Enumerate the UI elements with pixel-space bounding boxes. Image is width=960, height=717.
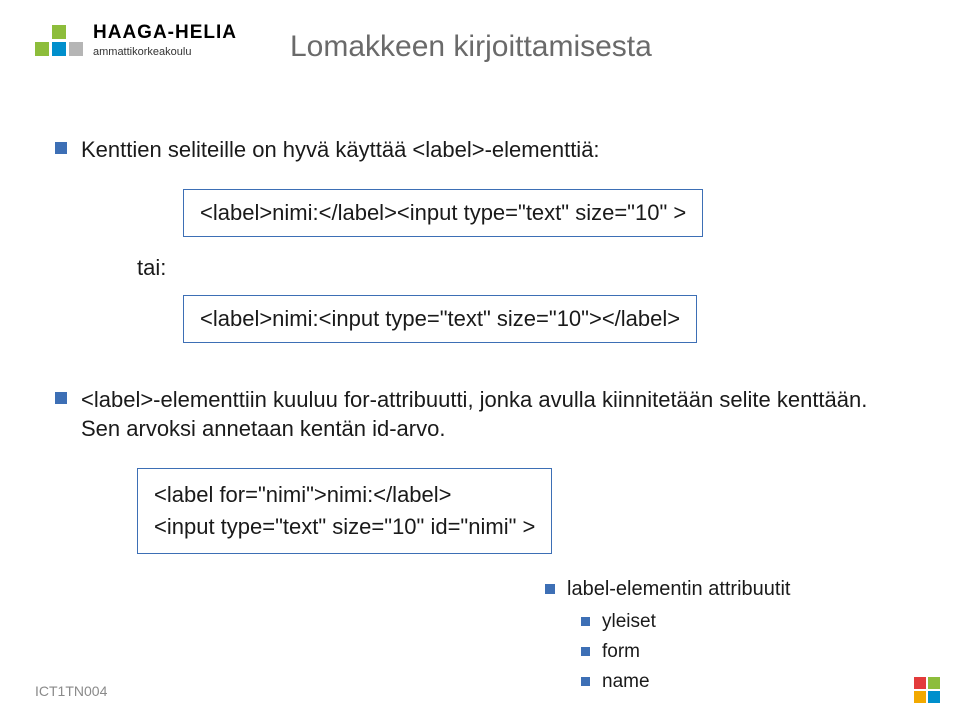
sub-list: label-elementin attribuutit yleiset form… xyxy=(545,578,905,693)
bullet-icon xyxy=(581,617,590,626)
content-area: Kenttien seliteille on hyvä käyttää <lab… xyxy=(55,135,905,701)
bullet-text-1: Kenttien seliteille on hyvä käyttää <lab… xyxy=(81,135,600,165)
logo-mark xyxy=(35,25,83,56)
corner-sq xyxy=(928,691,940,703)
code-box-1: <label>nimi:</label><input type="text" s… xyxy=(183,189,703,237)
corner-sq xyxy=(914,677,926,689)
sub-sub-item: yleiset xyxy=(581,611,905,633)
code-box-2: <label>nimi:<input type="text" size="10"… xyxy=(183,295,697,343)
sub-sub-text: name xyxy=(602,671,650,693)
corner-sq xyxy=(914,691,926,703)
sub-sub-text: yleiset xyxy=(602,611,656,633)
code-line: <label for="nimi">nimi:</label> xyxy=(154,479,535,511)
tai-label: tai: xyxy=(137,255,905,281)
code-line: <input type="text" size="10" id="nimi" > xyxy=(154,511,535,543)
logo: HAAGA-HELIA ammattikorkeakoulu xyxy=(35,22,237,58)
code-box-3: <label for="nimi">nimi:</label> <input t… xyxy=(137,468,552,554)
sub-bullet-heading: label-elementin attribuutit xyxy=(545,578,905,601)
bullet-icon xyxy=(581,677,590,686)
sub-heading-text: label-elementin attribuutit xyxy=(567,578,790,601)
bullet-item-2: <label>-elementtiin kuuluu for-attribuut… xyxy=(55,385,905,444)
logo-subtitle: ammattikorkeakoulu xyxy=(93,46,237,58)
bullet-icon xyxy=(545,584,555,594)
footer-code: ICT1TN004 xyxy=(35,683,107,699)
corner-sq xyxy=(928,677,940,689)
sub-sub-item: name xyxy=(581,671,905,693)
sub-sub-text: form xyxy=(602,641,640,663)
code-line: <label>nimi:<input type="text" size="10"… xyxy=(200,306,680,331)
bullet-icon xyxy=(581,647,590,656)
sub-sub-item: form xyxy=(581,641,905,663)
bullet-item-1: Kenttien seliteille on hyvä käyttää <lab… xyxy=(55,135,905,165)
page-title: Lomakkeen kirjoittamisesta xyxy=(290,30,652,64)
bullet-icon xyxy=(55,142,67,154)
code-line: <label>nimi:</label><input type="text" s… xyxy=(200,200,686,225)
corner-decoration xyxy=(914,677,940,703)
bullet-icon xyxy=(55,392,67,404)
logo-text: HAAGA-HELIA xyxy=(93,22,237,44)
bullet-text-2: <label>-elementtiin kuuluu for-attribuut… xyxy=(81,385,905,444)
